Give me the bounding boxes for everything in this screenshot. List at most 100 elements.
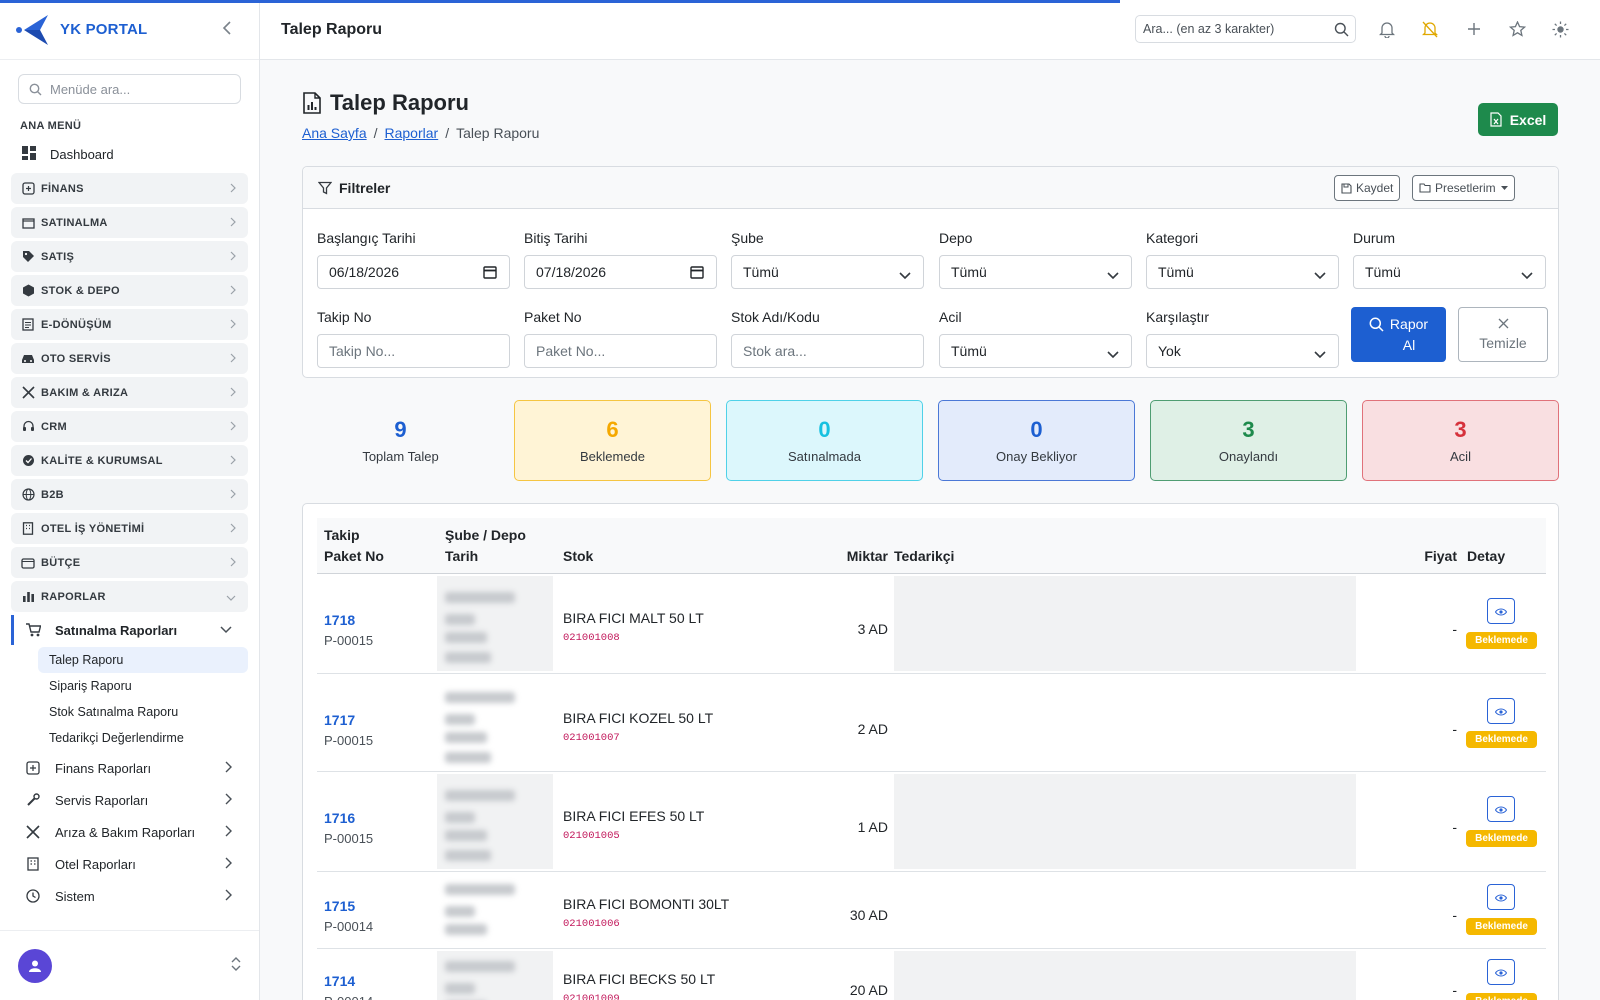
- search-icon[interactable]: [1334, 22, 1349, 40]
- col-header-stok[interactable]: Stok: [563, 546, 593, 567]
- category-select[interactable]: Tümü: [1146, 255, 1339, 289]
- view-detail-button[interactable]: [1487, 698, 1515, 724]
- price: -: [1452, 721, 1457, 737]
- global-search-input[interactable]: Ara... (en az 3 karakter): [1135, 15, 1356, 43]
- bell-icon[interactable]: [1377, 19, 1397, 39]
- run-report-label: Rapor Al: [1389, 315, 1429, 353]
- sidebar-link-talep-raporu[interactable]: Talep Raporu: [38, 647, 248, 673]
- sidebar-report-group-2[interactable]: Arıza & Bakım Raporları: [11, 817, 248, 847]
- chevron-right-icon: [230, 284, 236, 298]
- run-report-button[interactable]: Rapor Al: [1351, 307, 1446, 362]
- chevron-right-icon: [230, 352, 236, 366]
- star-icon[interactable]: [1507, 19, 1527, 39]
- sidebar-category-1[interactable]: SATINALMA: [11, 207, 248, 238]
- urgent-select[interactable]: Tümü: [939, 334, 1132, 368]
- sun-icon[interactable]: [1550, 19, 1570, 39]
- col-header-sube[interactable]: Şube / Depo Tarih: [445, 525, 526, 567]
- sidebar-category-3[interactable]: STOK & DEPO: [11, 275, 248, 306]
- stock-input[interactable]: Stok ara...: [731, 334, 924, 368]
- presets-dropdown-button[interactable]: Presetlerim: [1412, 175, 1515, 201]
- tracking-no-link[interactable]: 1716: [324, 810, 355, 826]
- table-row[interactable]: 1714 P-00014 BIRA FICI BECKS 50 LT 02100100…: [317, 949, 1546, 1000]
- redacted-text: [445, 692, 515, 703]
- table-row[interactable]: 1718 P-00015 BIRA FICI MALT 50 LT 021001008…: [317, 574, 1546, 674]
- sidebar-category-5[interactable]: OTO SERVİS: [11, 343, 248, 374]
- tracking-no-link[interactable]: 1718: [324, 612, 355, 628]
- brand[interactable]: YK PORTAL: [0, 0, 259, 60]
- sidebar-item-dashboard[interactable]: Dashboard: [0, 138, 259, 170]
- sidebar-category-0[interactable]: FİNANS: [11, 173, 248, 204]
- tools-icon: [21, 386, 35, 399]
- calendar-icon[interactable]: [483, 265, 497, 282]
- filter-label: Stok Adı/Kodu: [731, 309, 820, 325]
- stat-card-awaiting-approval[interactable]: 0 Onay Bekliyor: [938, 400, 1135, 481]
- sidebar-report-group-0[interactable]: Finans Raporları: [11, 753, 248, 783]
- sidebar-category-12[interactable]: RAPORLAR: [11, 581, 248, 612]
- sidebar-category-7[interactable]: CRM: [11, 411, 248, 442]
- stat-card-total[interactable]: 9 Toplam Talep: [302, 400, 499, 481]
- tracking-no-link[interactable]: 1717: [324, 712, 355, 728]
- sidebar-group-satinalma-raporlari[interactable]: Satınalma Raporları: [11, 615, 248, 645]
- menu-search-input[interactable]: Menüde ara...: [18, 74, 241, 104]
- sidebar-link-siparis-raporu[interactable]: Sipariş Raporu: [38, 673, 248, 699]
- clear-filters-button[interactable]: Temizle: [1458, 307, 1548, 362]
- sidebar-category-9[interactable]: B2B: [11, 479, 248, 510]
- breadcrumb-reports-link[interactable]: Raporlar: [385, 125, 439, 141]
- compare-select[interactable]: Yok: [1146, 334, 1339, 368]
- branch-select[interactable]: Tümü: [731, 255, 924, 289]
- user-menu[interactable]: [0, 930, 259, 1000]
- sidebar-category-10[interactable]: OTEL İŞ YÖNETİMİ: [11, 513, 248, 544]
- view-detail-button[interactable]: [1487, 959, 1515, 985]
- tracking-no-link[interactable]: 1715: [324, 898, 355, 914]
- stat-card-urgent[interactable]: 3 Acil: [1362, 400, 1559, 481]
- table-row[interactable]: 1715 P-00014 BIRA FICI BOMONTI 30LT 0210010…: [317, 872, 1546, 949]
- stock-name: BIRA FICI KOZEL 50 LT: [563, 710, 714, 726]
- view-detail-button[interactable]: [1487, 884, 1515, 910]
- filter-label: Takip No: [317, 309, 372, 325]
- save-filter-button[interactable]: Kaydet: [1334, 175, 1401, 201]
- sidebar-group-label: Sistem: [55, 888, 95, 904]
- calendar-icon[interactable]: [690, 265, 704, 282]
- view-detail-button[interactable]: [1487, 598, 1515, 624]
- warehouse-select[interactable]: Tümü: [939, 255, 1132, 289]
- sidebar-collapse-icon[interactable]: [222, 21, 232, 40]
- col-header-miktar[interactable]: Miktar: [847, 546, 888, 567]
- sidebar-link-tedarikci-degerlendirme[interactable]: Tedarikçi Değerlendirme: [38, 725, 248, 751]
- tracking-no-link[interactable]: 1714: [324, 973, 355, 989]
- col-header-takip[interactable]: Takip Paket No: [324, 525, 384, 567]
- package-no: P-00015: [324, 733, 374, 748]
- status-badge: Beklemede: [1466, 918, 1537, 935]
- avatar[interactable]: [18, 948, 52, 983]
- stat-card-approved[interactable]: 3 Onaylandı: [1150, 400, 1347, 481]
- bell-off-icon[interactable]: [1420, 19, 1440, 39]
- excel-export-button[interactable]: Excel: [1478, 103, 1558, 136]
- sidebar-report-group-1[interactable]: Servis Raporları: [11, 785, 248, 815]
- col-header-tedarikci[interactable]: Tedarikçi: [894, 546, 954, 567]
- sidebar-category-8[interactable]: KALİTE & KURUMSAL: [11, 445, 248, 476]
- breadcrumb-home-link[interactable]: Ana Sayfa: [302, 125, 367, 141]
- sidebar-report-group-3[interactable]: Otel Raporları: [11, 849, 248, 879]
- col-header-fiyat[interactable]: Fiyat: [1424, 546, 1457, 567]
- sidebar-category-6[interactable]: BAKIM & ARIZA: [11, 377, 248, 408]
- sidebar-link-stok-satinalma-raporu[interactable]: Stok Satınalma Raporu: [38, 699, 248, 725]
- start-date-input[interactable]: 06/18/2026: [317, 255, 510, 289]
- end-date-input[interactable]: 07/18/2026: [524, 255, 717, 289]
- plus-icon[interactable]: [1464, 19, 1484, 39]
- sidebar-report-group-4[interactable]: Sistem: [11, 881, 248, 911]
- table-row[interactable]: 1717 P-00015 BIRA FICI KOZEL 50 LT 02100100…: [317, 674, 1546, 772]
- status-select[interactable]: Tümü: [1353, 255, 1546, 289]
- view-detail-button[interactable]: [1487, 796, 1515, 822]
- stat-card-purchasing[interactable]: 0 Satınalmada: [726, 400, 923, 481]
- sidebar-category-2[interactable]: SATIŞ: [11, 241, 248, 272]
- package-no-input[interactable]: Paket No...: [524, 334, 717, 368]
- filters-card: Filtreler Kaydet Presetlerim Başlangıç T…: [302, 166, 1559, 378]
- sidebar-category-11[interactable]: BÜTÇE: [11, 547, 248, 578]
- sidebar-category-label: CRM: [41, 420, 67, 433]
- stat-card-pending[interactable]: 6 Beklemede: [514, 400, 711, 481]
- sidebar-category-4[interactable]: E-DÖNÜŞÜM: [11, 309, 248, 340]
- sidebar-group-label: Finans Raporları: [55, 760, 152, 776]
- brand-name: YK PORTAL: [60, 21, 148, 38]
- table-row[interactable]: 1716 P-00015 BIRA FICI EFES 50 LT 021001005…: [317, 772, 1546, 872]
- tracking-no-input[interactable]: Takip No...: [317, 334, 510, 368]
- page-title: Talep Raporu: [302, 90, 539, 116]
